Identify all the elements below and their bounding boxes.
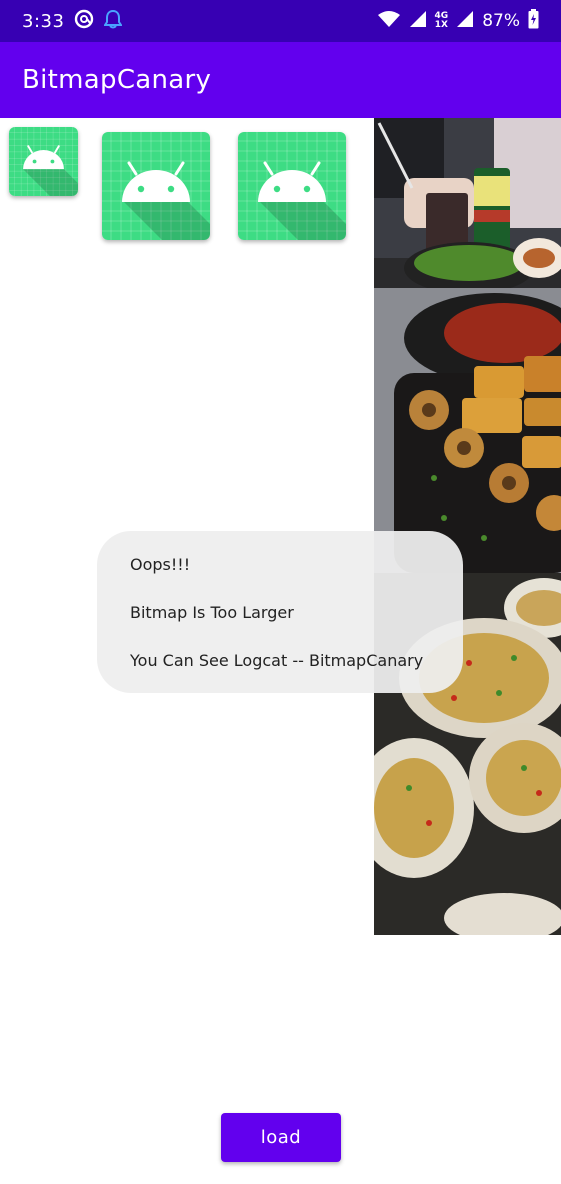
toast-line-title: Oops!!! — [130, 555, 191, 574]
wifi-icon — [377, 10, 401, 33]
toast-line-hint: You Can See Logcat -- BitmapCanary — [130, 651, 424, 670]
network-type: 4G 1X — [435, 12, 449, 30]
screen: 3:33 4G 1X 87% BitmapCanary Oops!!! Bitm… — [0, 0, 561, 1184]
app-title: BitmapCanary — [22, 65, 212, 95]
status-left: 3:33 — [0, 9, 124, 34]
android-launcher-icon-medium — [102, 132, 210, 240]
load-button[interactable]: load — [221, 1113, 341, 1162]
status-time: 3:33 — [22, 10, 65, 32]
status-bar: 3:33 4G 1X 87% — [0, 0, 561, 42]
toast-message: Oops!!! Bitmap Is Too Larger You Can See… — [97, 531, 463, 693]
network-sub-label: 1X — [434, 20, 448, 30]
android-launcher-icon-small — [9, 127, 78, 196]
android-launcher-icon-large — [238, 132, 346, 240]
notification-bell-icon — [103, 9, 124, 34]
status-right: 4G 1X 87% — [377, 8, 561, 34]
food-photo — [374, 118, 561, 935]
app-bar: BitmapCanary — [0, 42, 561, 118]
signal-icon — [409, 10, 427, 33]
battery-percent: 87% — [482, 11, 520, 31]
battery-charging-icon — [528, 8, 539, 34]
toast-line-error: Bitmap Is Too Larger — [130, 603, 294, 622]
signal-icon-secondary — [456, 10, 474, 33]
at-sign-icon — [74, 9, 94, 34]
